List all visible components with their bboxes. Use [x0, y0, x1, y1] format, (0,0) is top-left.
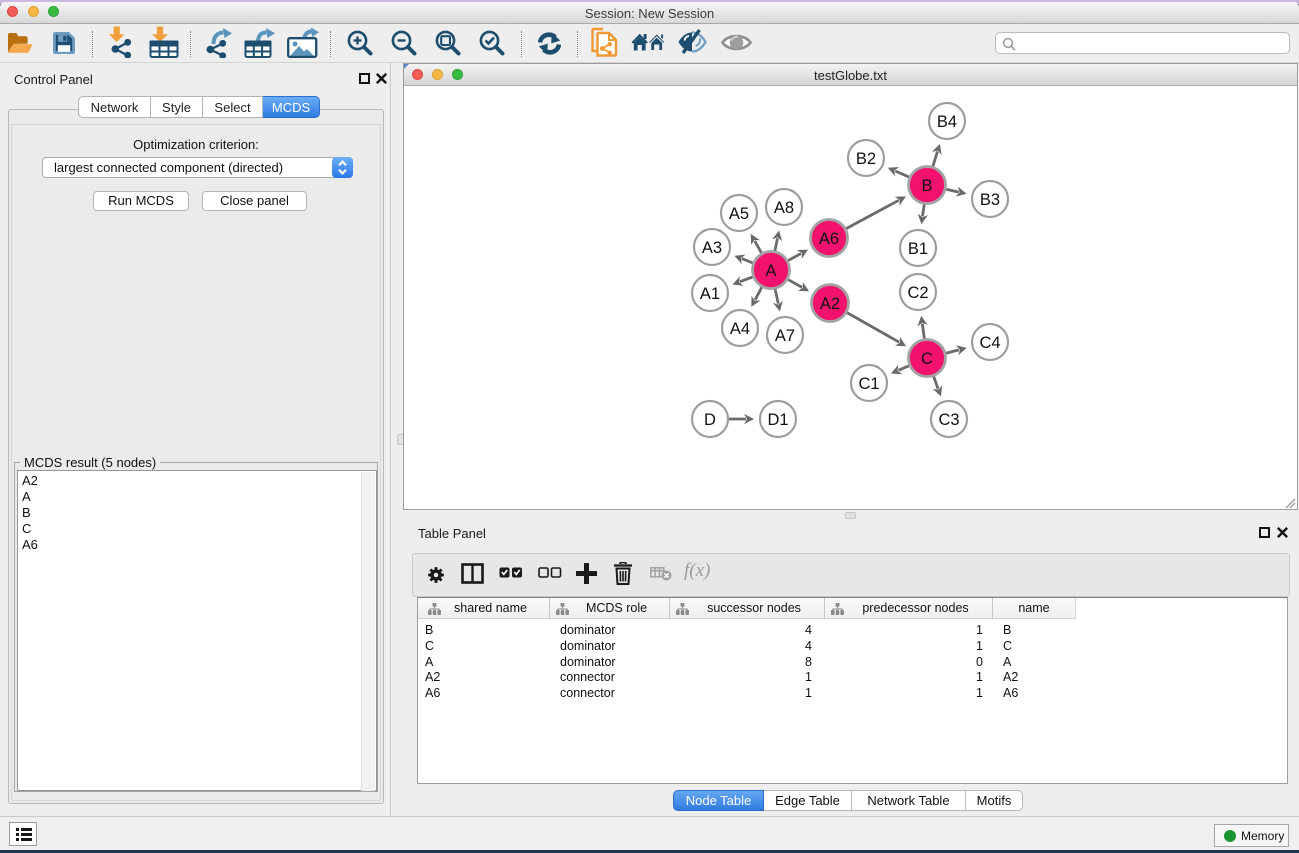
svg-text:C: C — [921, 350, 933, 368]
svg-text:C2: C2 — [907, 284, 928, 302]
svg-text:A8: A8 — [774, 199, 794, 217]
svg-text:B2: B2 — [856, 150, 876, 168]
svg-text:B: B — [921, 177, 932, 195]
svg-text:A: A — [765, 262, 776, 280]
svg-text:D1: D1 — [767, 411, 788, 429]
svg-text:A3: A3 — [702, 239, 722, 257]
svg-text:C3: C3 — [938, 411, 959, 429]
svg-text:C1: C1 — [858, 375, 879, 393]
svg-text:C4: C4 — [979, 334, 1000, 352]
svg-text:A5: A5 — [729, 205, 749, 223]
svg-text:D: D — [704, 411, 716, 429]
svg-text:A7: A7 — [775, 327, 795, 345]
svg-text:A1: A1 — [700, 285, 720, 303]
svg-text:A6: A6 — [819, 230, 839, 248]
svg-text:A2: A2 — [820, 295, 840, 313]
svg-text:B1: B1 — [908, 240, 928, 258]
svg-text:B4: B4 — [937, 113, 957, 131]
svg-text:B3: B3 — [980, 191, 1000, 209]
svg-text:A4: A4 — [730, 320, 750, 338]
